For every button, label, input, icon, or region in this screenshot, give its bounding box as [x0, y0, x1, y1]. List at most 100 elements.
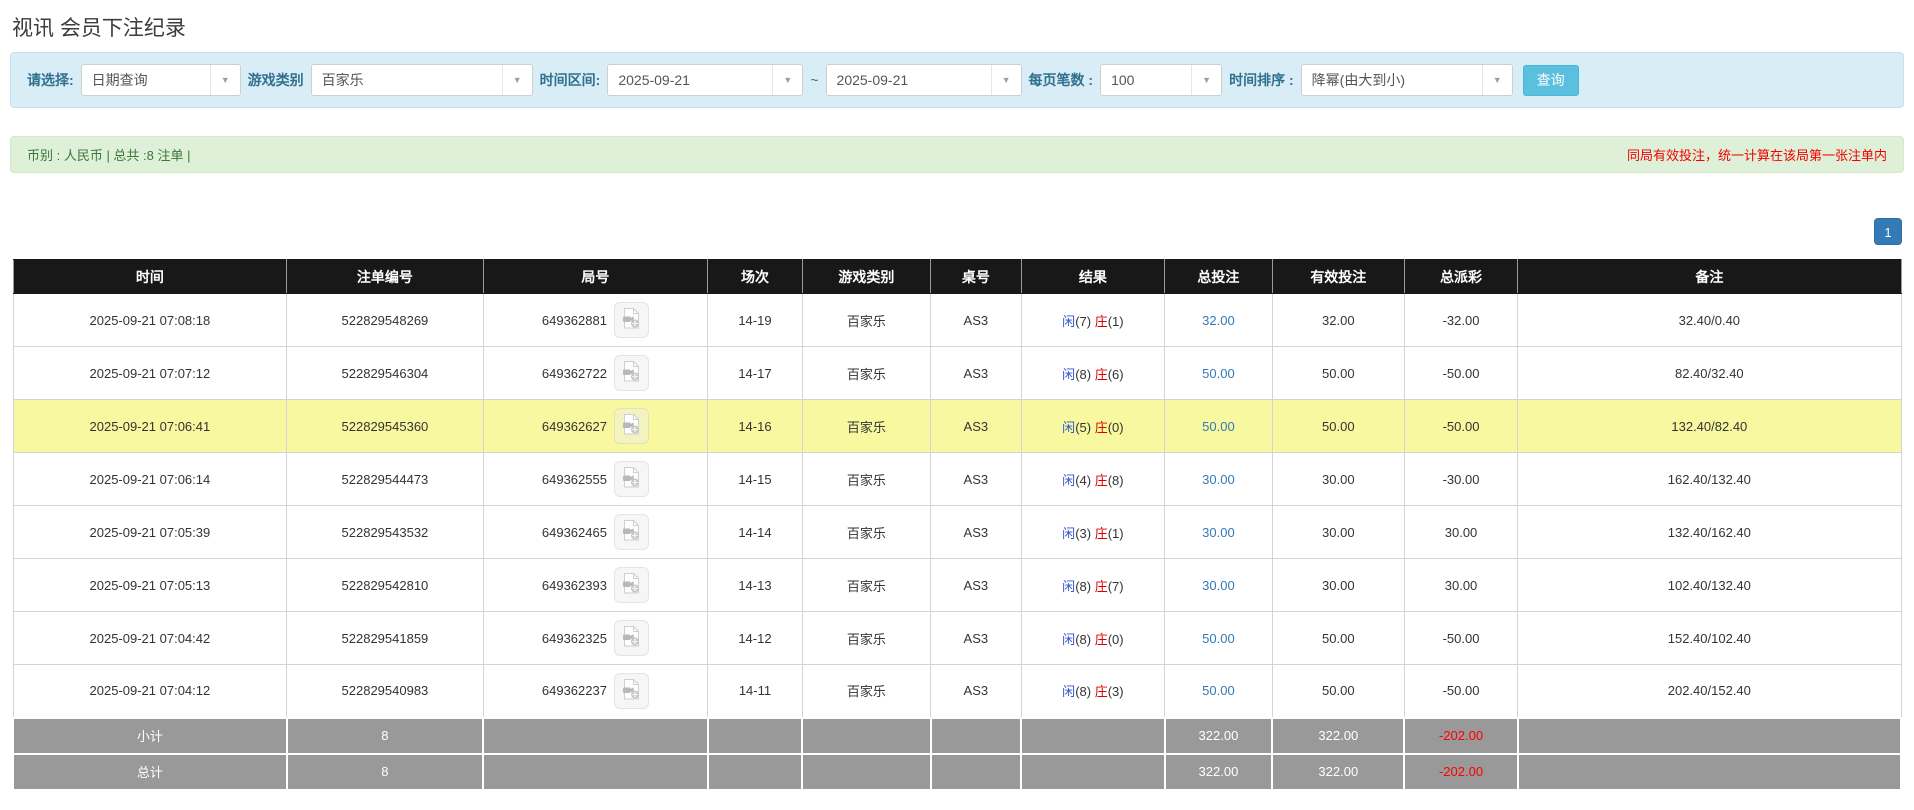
same-round-note: 同局有效投注，统一计算在该局第一张注单内: [1626, 148, 1887, 163]
date-from-select[interactable]: 2025-09-21 ▼: [607, 64, 804, 96]
table-body: 2025-09-21 07:08:18 522829548269 649362881…: [12, 293, 1902, 718]
result-banker-label: 庄: [1094, 419, 1108, 435]
video-replay-button[interactable]: [613, 672, 649, 709]
round-id-wrap: 649362465: [542, 514, 649, 550]
summary-bar: 币别 : 人民币 | 总共 :8 注单 | 同局有效投注，统一计算在该局第一张注…: [10, 136, 1904, 173]
video-file-icon: [621, 625, 642, 651]
total-bet-link[interactable]: 50.00: [1202, 366, 1235, 381]
round-id-wrap: 649362881: [542, 302, 649, 338]
cell-valid-bet: 30.00: [1271, 452, 1405, 506]
date-to-select[interactable]: 2025-09-21 ▼: [825, 64, 1022, 96]
round-id-wrap: 649362555: [542, 461, 649, 497]
game-type-select[interactable]: 百家乐 ▼: [310, 64, 533, 96]
cell-result: 闲(3) 庄(1): [1020, 505, 1166, 559]
total-bet-link[interactable]: 50.00: [1202, 419, 1235, 434]
cell-total-bet: 50.00: [1164, 346, 1273, 400]
cell-remark: 82.40/32.40: [1517, 346, 1902, 400]
video-replay-button[interactable]: [613, 461, 649, 497]
result-banker-score: (0): [1107, 631, 1124, 647]
video-replay-button[interactable]: [613, 408, 649, 444]
footer-empty-cell: [929, 752, 1023, 791]
footer-valid-bet: 322.00: [1271, 752, 1406, 791]
cell-game-type: 百家乐: [801, 399, 932, 453]
total-bet-link[interactable]: 30.00: [1202, 472, 1235, 487]
cell-remark: 132.40/162.40: [1517, 505, 1902, 559]
chevron-down-icon: ▼: [501, 65, 532, 95]
search-button[interactable]: 查询: [1522, 64, 1579, 96]
sort-select[interactable]: 降幂(由大到小) ▼: [1300, 64, 1513, 96]
round-id-value: 649362627: [541, 418, 607, 434]
video-replay-button[interactable]: [613, 567, 649, 603]
column-header: 结果: [1020, 259, 1166, 294]
result-banker-score: (1): [1107, 525, 1124, 541]
cell-time: 2025-09-21 07:06:14: [12, 452, 288, 506]
query-type-select[interactable]: 日期查询 ▼: [80, 64, 241, 96]
game-type-label: 游戏类别: [247, 72, 304, 88]
round-id-value: 649362465: [541, 524, 607, 540]
cell-bet-id: 522829546304: [286, 346, 484, 400]
table-row: 2025-09-21 07:06:41 522829545360 649362627…: [12, 399, 1902, 453]
sort-label: 时间排序 :: [1229, 72, 1294, 88]
total-bet-link[interactable]: 32.00: [1202, 313, 1235, 328]
video-replay-button[interactable]: [613, 355, 649, 391]
cell-session: 14-13: [707, 558, 803, 612]
table-row: 2025-09-21 07:05:39 522829543532 649362465…: [12, 505, 1902, 559]
result-player-label: 闲: [1062, 366, 1076, 382]
chevron-down-icon: ▼: [1481, 65, 1512, 95]
cell-session: 14-14: [707, 505, 803, 559]
footer-count: 8: [285, 716, 485, 755]
video-file-icon: [621, 572, 642, 598]
cell-session: 14-15: [707, 452, 803, 506]
column-header: 局号: [482, 259, 709, 294]
result-player-score: (7): [1075, 313, 1095, 329]
cell-session: 14-12: [707, 611, 803, 665]
cell-valid-bet: 30.00: [1271, 558, 1405, 612]
video-replay-button[interactable]: [613, 302, 649, 338]
column-header: 总投注: [1164, 259, 1273, 294]
cell-time: 2025-09-21 07:06:41: [12, 399, 288, 453]
footer-remark: [1516, 752, 1903, 791]
result-player-label: 闲: [1062, 313, 1076, 329]
cell-valid-bet: 50.00: [1271, 399, 1405, 453]
page-button-1[interactable]: 1: [1874, 218, 1902, 245]
cell-table-id: AS3: [930, 558, 1022, 612]
total-bet-link[interactable]: 50.00: [1202, 683, 1235, 698]
footer-empty-cell: [706, 716, 804, 755]
result-banker-label: 庄: [1094, 472, 1108, 488]
cell-session: 14-16: [707, 399, 803, 453]
cell-result: 闲(8) 庄(3): [1020, 664, 1166, 718]
cell-table-id: AS3: [930, 399, 1022, 453]
video-replay-button[interactable]: [613, 514, 649, 550]
cell-remark: 102.40/132.40: [1517, 558, 1902, 612]
page-size-select[interactable]: 100 ▼: [1100, 64, 1223, 96]
result-player-score: (8): [1075, 578, 1095, 594]
result-banker-score: (0): [1107, 419, 1124, 435]
chevron-down-icon: ▼: [990, 65, 1021, 95]
result-banker-label: 庄: [1094, 631, 1108, 647]
round-id-wrap: 649362237: [542, 672, 649, 709]
total-bet-link[interactable]: 30.00: [1202, 525, 1235, 540]
column-header: 桌号: [930, 259, 1022, 294]
cell-valid-bet: 30.00: [1271, 505, 1405, 559]
column-header: 总派彩: [1403, 259, 1519, 294]
video-replay-button[interactable]: [613, 620, 649, 656]
cell-remark: 32.40/0.40: [1517, 293, 1902, 347]
result-banker-score: (7): [1107, 578, 1124, 594]
round-id-wrap: 649362325: [542, 620, 649, 656]
cell-valid-bet: 50.00: [1271, 346, 1405, 400]
cell-time: 2025-09-21 07:07:12: [12, 346, 288, 400]
cell-game-type: 百家乐: [801, 293, 932, 347]
total-bet-link[interactable]: 50.00: [1202, 631, 1235, 646]
cell-total-bet: 30.00: [1164, 505, 1273, 559]
result-banker-label: 庄: [1094, 366, 1108, 382]
date-range-label: 时间区间:: [539, 72, 601, 88]
cell-result: 闲(5) 庄(0): [1020, 399, 1166, 453]
result-banker-label: 庄: [1094, 578, 1108, 594]
cell-time: 2025-09-21 07:08:18: [12, 293, 288, 347]
cell-payout: 30.00: [1403, 558, 1519, 612]
cell-valid-bet: 50.00: [1271, 664, 1405, 718]
total-bet-link[interactable]: 30.00: [1202, 578, 1235, 593]
result-banker-score: (8): [1107, 472, 1124, 488]
round-id-value: 649362722: [541, 365, 607, 381]
table-row: 2025-09-21 07:07:12 522829546304 649362722…: [12, 346, 1902, 400]
